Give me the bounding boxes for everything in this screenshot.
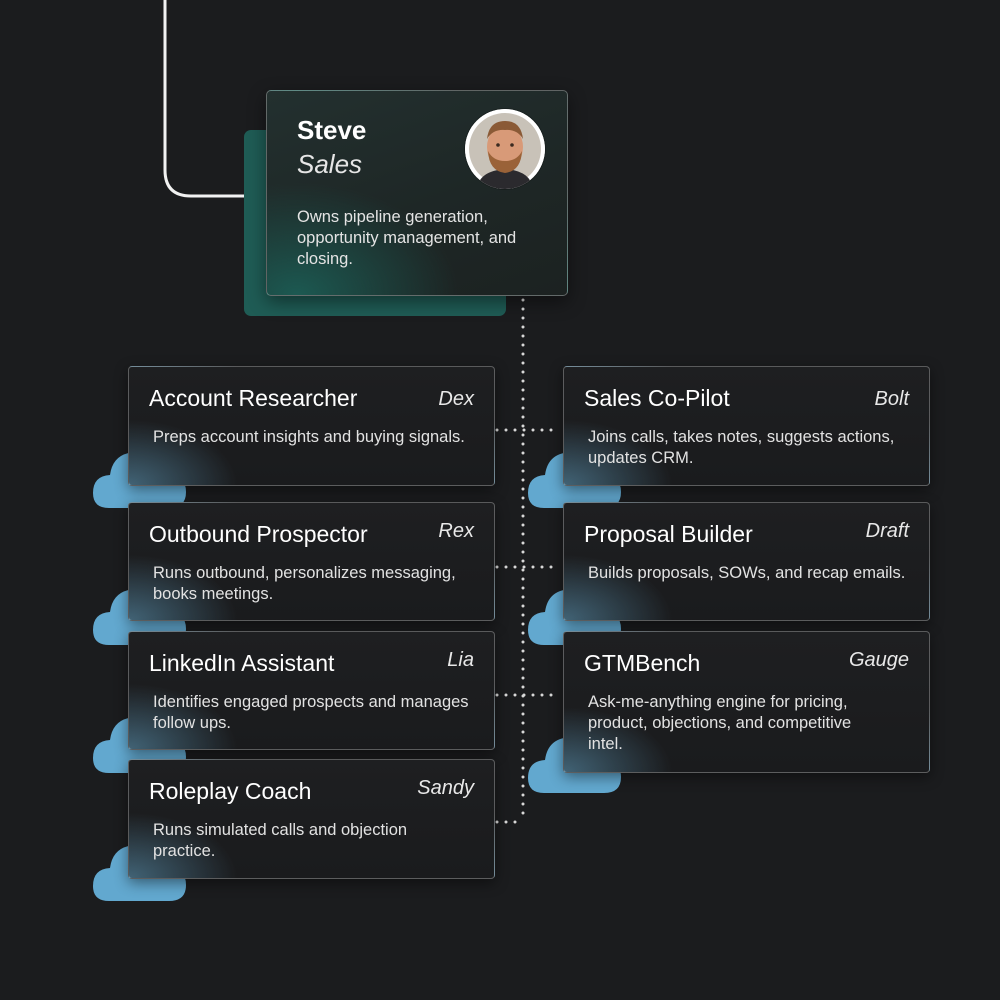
agent-name: Lia <box>447 649 474 671</box>
lead-role: Sales <box>297 149 363 179</box>
agent-title: Account Researcher <box>149 385 358 411</box>
agent-name: Rex <box>438 520 474 542</box>
agent-description: Joins calls, takes notes, suggests actio… <box>588 428 895 467</box>
lead-description: Owns pipeline generation, opportunity ma… <box>297 208 517 268</box>
agent-title: Sales Co-Pilot <box>584 385 730 411</box>
agent-card-outbound-prospector[interactable]: Outbound Prospector Rex Runs outbound, p… <box>128 502 495 621</box>
agent-title: LinkedIn Assistant <box>149 650 335 676</box>
agent-description: Identifies engaged prospects and manages… <box>153 693 469 732</box>
agent-name: Draft <box>865 520 909 542</box>
avatar-photo-icon <box>465 109 545 189</box>
agent-card-linkedin-assistant[interactable]: LinkedIn Assistant Lia Identifies engage… <box>128 631 495 750</box>
agent-title: GTMBench <box>584 650 701 676</box>
lead-name: Steve <box>297 115 367 145</box>
agent-name: Bolt <box>874 388 909 410</box>
agent-name: Dex <box>438 388 474 410</box>
agent-title: Outbound Prospector <box>149 521 368 547</box>
agent-card-sales-co-pilot[interactable]: Sales Co-Pilot Bolt Joins calls, takes n… <box>563 366 930 486</box>
agent-title: Roleplay Coach <box>149 778 312 804</box>
agent-description: Runs simulated calls and objection pract… <box>153 821 408 860</box>
agent-card-proposal-builder[interactable]: Proposal Builder Draft Builds proposals,… <box>563 502 930 621</box>
agent-description: Preps account insights and buying signal… <box>153 428 465 446</box>
agent-description: Runs outbound, personalizes messaging, b… <box>153 564 456 603</box>
agent-card-account-researcher[interactable]: Account Researcher Dex Preps account ins… <box>128 366 495 486</box>
lead-card[interactable]: Steve Sales Owns pipeline generation, op… <box>266 90 568 296</box>
agent-card-gtmbench[interactable]: GTMBench Gauge Ask-me-anything engine fo… <box>563 631 930 773</box>
agent-card-roleplay-coach[interactable]: Roleplay Coach Sandy Runs simulated call… <box>128 759 495 879</box>
agent-title: Proposal Builder <box>584 521 753 547</box>
agent-description: Ask-me-anything engine for pricing, prod… <box>588 693 852 753</box>
agent-name: Sandy <box>417 777 474 799</box>
agent-description: Builds proposals, SOWs, and recap emails… <box>588 564 906 582</box>
agent-name: Gauge <box>848 649 909 671</box>
avatar <box>465 109 545 189</box>
